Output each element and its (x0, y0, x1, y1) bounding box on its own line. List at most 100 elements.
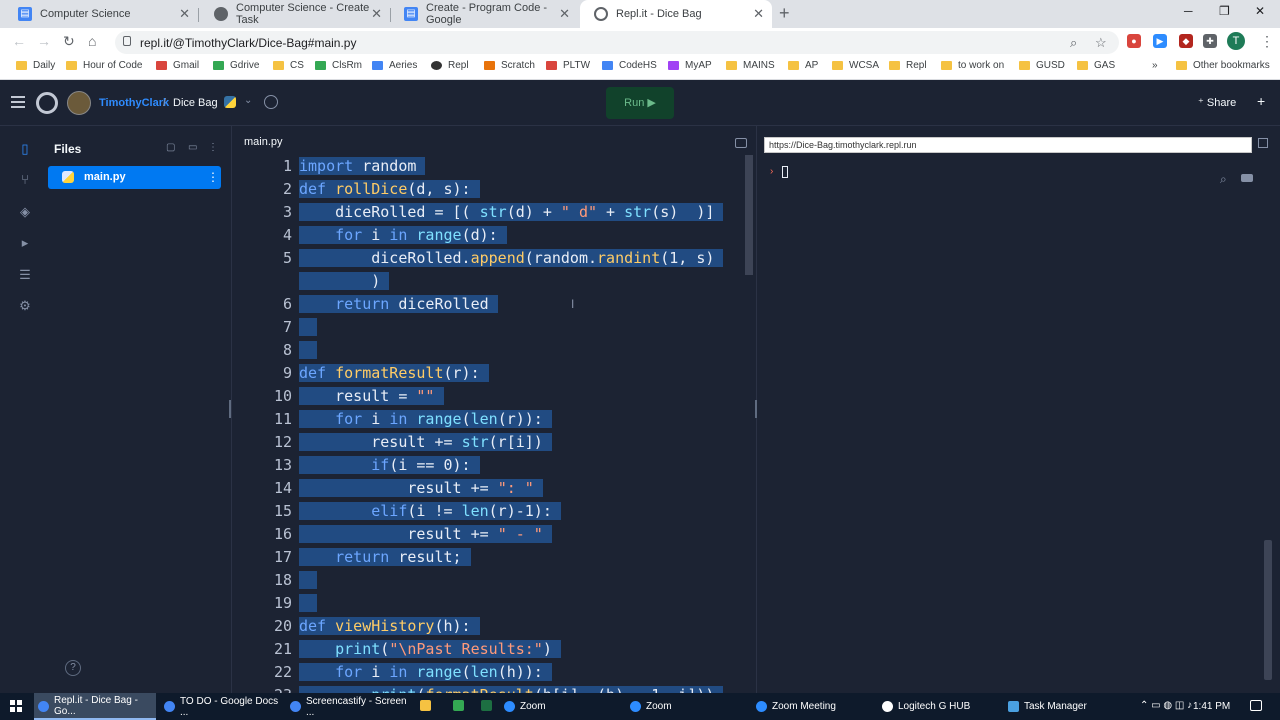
code-line[interactable]: if(i == 0): (299, 454, 480, 477)
code-line[interactable]: import random (299, 155, 426, 178)
home-icon[interactable]: ⌂ (88, 33, 96, 49)
share-button[interactable]: ⁺ Share (1198, 96, 1236, 109)
browser-tab-dice-bag[interactable]: Repl.it - Dice Bag ✕ (580, 0, 772, 28)
system-tray-icons[interactable]: ⌃ ▭ ◍ ◫ ♪ (1140, 700, 1192, 711)
history-icon[interactable] (264, 95, 278, 109)
zoom-icon[interactable]: ⌕ (1070, 35, 1077, 51)
code-line[interactable] (299, 569, 318, 592)
code-line[interactable]: def formatResult(r): (299, 362, 489, 385)
code-line[interactable]: result += " - " (299, 523, 552, 546)
sheets-icon[interactable] (453, 700, 464, 711)
close-icon[interactable]: ✕ (559, 6, 570, 22)
files-menu-icon[interactable]: ⋮ (208, 142, 218, 153)
menu-icon[interactable] (11, 96, 25, 108)
bookmark-daily[interactable]: Daily (16, 60, 55, 71)
browser-tab-computer-science[interactable]: ▤ Computer Science ✕ (4, 0, 198, 28)
taskbar-item[interactable]: Zoom (626, 693, 746, 720)
file-menu-icon[interactable]: ⋮ (207, 170, 219, 184)
new-file-icon[interactable]: ▢ (166, 142, 175, 153)
files-icon[interactable]: ▯ (18, 142, 32, 156)
bookmark-clsrm[interactable]: ClsRm (315, 60, 362, 71)
bookmark-ap[interactable]: AP (788, 60, 818, 71)
minimize-icon[interactable]: ─ (1184, 4, 1193, 18)
run-button[interactable]: Run ▶ (606, 87, 674, 119)
bookmarks-overflow-button[interactable]: » (1152, 60, 1158, 71)
webview-url[interactable]: https://Dice-Bag.timothyclark.repl.run (764, 137, 1252, 153)
console-cursor[interactable] (782, 166, 788, 178)
bookmark-hour-of-code[interactable]: Hour of Code (66, 60, 142, 71)
bookmark-aeries[interactable]: Aeries (372, 60, 417, 71)
windows-start-icon[interactable] (10, 700, 22, 712)
close-icon[interactable]: ✕ (179, 6, 190, 22)
bookmark-wcsa[interactable]: WCSA (832, 60, 879, 71)
taskbar-item[interactable]: Task Manager (1004, 693, 1128, 720)
taskbar-item[interactable]: TO DO - Google Docs ... (160, 693, 282, 720)
bookmark-repl[interactable]: Repl (431, 60, 469, 71)
system-clock[interactable]: 1:41 PM (1193, 701, 1230, 712)
code-line[interactable] (299, 339, 318, 362)
taskbar-item[interactable]: Zoom (500, 693, 620, 720)
bookmark-pltw[interactable]: PLTW (546, 60, 590, 71)
replit-logo-icon[interactable] (36, 92, 58, 114)
bookmark-scratch[interactable]: Scratch (484, 60, 535, 71)
close-icon[interactable]: ✕ (753, 6, 764, 22)
window-close-icon[interactable]: ✕ (1255, 4, 1265, 18)
bookmark-gusd[interactable]: GUSD (1019, 60, 1065, 71)
code-line[interactable]: for i in range(d): (299, 224, 507, 247)
code-line[interactable]: elif(i != len(r)-1): (299, 500, 561, 523)
new-folder-icon[interactable]: ▭ (188, 142, 197, 153)
bookmark-gdrive[interactable]: Gdrive (213, 60, 259, 71)
lock-icon[interactable] (123, 36, 131, 46)
code-line[interactable]: result += ": " (299, 477, 543, 500)
forward-icon[interactable]: → (37, 33, 51, 49)
code-line[interactable]: for i in range(len(h)): (299, 661, 552, 684)
close-icon[interactable]: ✕ (371, 6, 382, 22)
back-icon[interactable]: ← (12, 33, 26, 49)
code-line[interactable]: def rollDice(d, s): (299, 178, 480, 201)
user-avatar[interactable] (67, 91, 91, 115)
packages-icon[interactable]: ◈ (18, 205, 32, 219)
extension-badge-icon[interactable]: ◆ (1179, 34, 1193, 48)
debugger-icon[interactable]: ▸ (18, 236, 32, 250)
version-control-icon[interactable]: ⑂ (18, 173, 32, 187)
console-scrollbar[interactable] (1264, 540, 1272, 680)
extension-icon[interactable]: ● (1127, 34, 1141, 48)
code-line[interactable] (299, 592, 318, 615)
browser-tab-program-code[interactable]: ▤ Create - Program Code - Google ✕ (390, 0, 578, 28)
bookmark-to-work-on[interactable]: to work on (941, 60, 1004, 71)
code-line[interactable]: ) (299, 270, 390, 293)
code-line[interactable]: result = "" (299, 385, 444, 408)
url-text[interactable]: repl.it/@TimothyClark/Dice-Bag#main.py (140, 36, 356, 50)
code-line[interactable]: def viewHistory(h): (299, 615, 480, 638)
reload-icon[interactable]: ↻ (63, 33, 75, 50)
code-line[interactable]: diceRolled.append(random.randint(1, s) (299, 247, 724, 270)
layout-toggle-icon[interactable] (735, 138, 747, 148)
code-line[interactable]: return result; (299, 546, 471, 569)
notification-icon[interactable] (1250, 700, 1262, 711)
profile-avatar[interactable]: T (1227, 32, 1245, 50)
repl-owner-link[interactable]: TimothyClark (99, 97, 169, 109)
taskbar-item[interactable]: Screencastify - Screen ... (286, 693, 408, 720)
bookmark-repl-folder[interactable]: Repl (889, 60, 927, 71)
repl-name[interactable]: Dice Bag (173, 97, 218, 109)
code-line[interactable]: print(formatResult(h[i], (h) - 1, i])) (299, 684, 724, 693)
taskbar-item[interactable]: Zoom Meeting (752, 693, 872, 720)
code-line[interactable]: print("\nPast Results:") (299, 638, 561, 661)
code-editor[interactable]: 1234567891011121314151617181920212223 im… (234, 155, 754, 693)
file-explorer-icon[interactable] (420, 700, 431, 711)
maximize-icon[interactable]: ❐ (1219, 4, 1230, 18)
file-item-main-py[interactable]: main.py ⋮ (48, 166, 221, 189)
open-in-new-tab-icon[interactable] (1258, 138, 1268, 148)
scrollbar-thumb[interactable] (745, 155, 753, 275)
bookmark-myap[interactable]: MyAP (668, 60, 712, 71)
bookmark-cs[interactable]: CS (273, 60, 304, 71)
code-line[interactable]: result += str(r[i]) (299, 431, 552, 454)
editor-scrollbar[interactable] (744, 155, 754, 693)
database-icon[interactable]: ☰ (18, 268, 32, 282)
browser-tab-create-task[interactable]: Computer Science - Create Task ✕ (200, 0, 390, 28)
bookmark-other-bookmarks[interactable]: Other bookmarks (1176, 60, 1270, 71)
code-line[interactable]: return diceRolled (299, 293, 498, 316)
code-line[interactable]: diceRolled = [( str(d) + " d" + str(s) )… (299, 201, 724, 224)
zoom-extension-icon[interactable]: ▶ (1153, 34, 1167, 48)
resize-handle[interactable] (229, 400, 231, 418)
